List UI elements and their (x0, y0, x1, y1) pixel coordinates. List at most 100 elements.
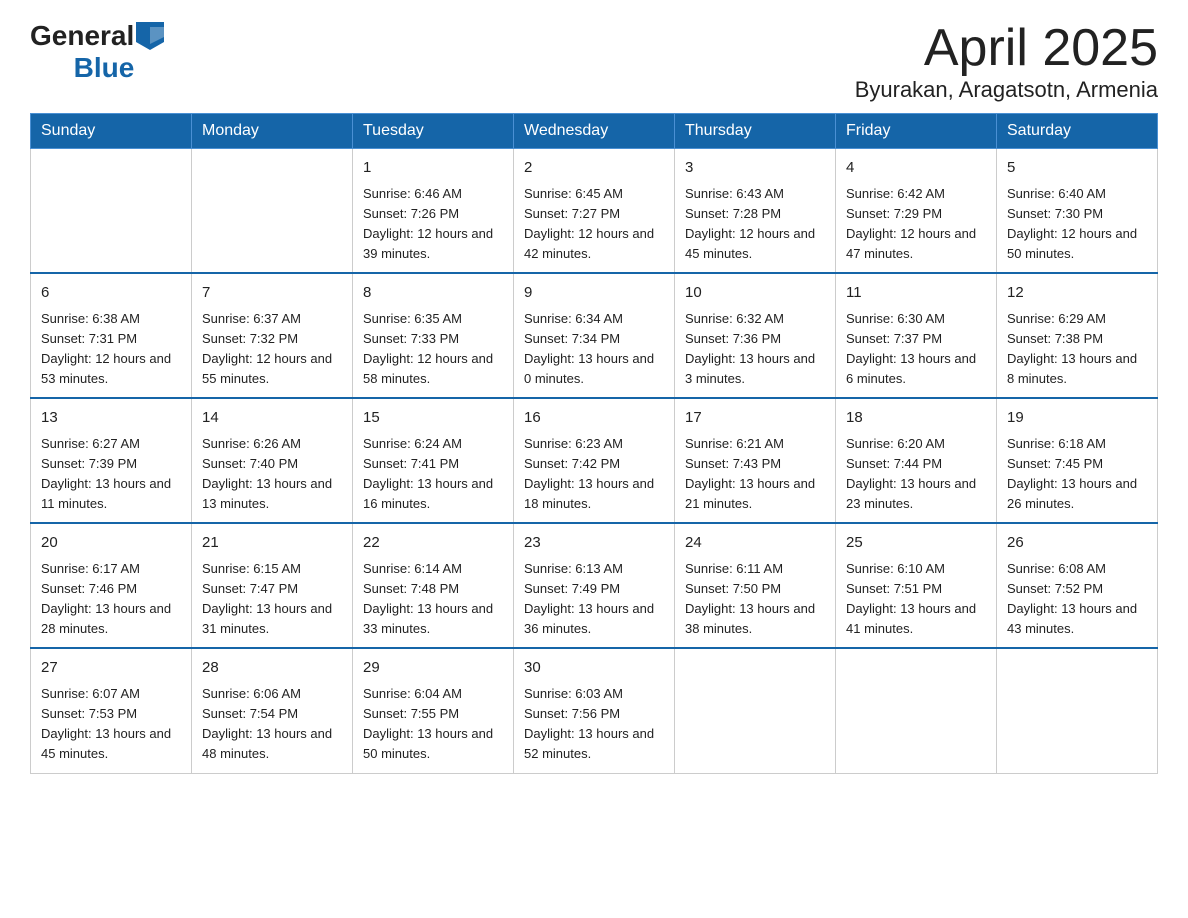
day-info: Sunrise: 6:32 AMSunset: 7:36 PMDaylight:… (685, 309, 825, 390)
calendar-cell: 10 Sunrise: 6:32 AMSunset: 7:36 PMDayligh… (675, 273, 836, 398)
calendar-cell: 17 Sunrise: 6:21 AMSunset: 7:43 PMDayligh… (675, 398, 836, 523)
day-info: Sunrise: 6:46 AMSunset: 7:26 PMDaylight:… (363, 184, 503, 265)
day-info: Sunrise: 6:21 AMSunset: 7:43 PMDaylight:… (685, 434, 825, 515)
calendar-cell: 22 Sunrise: 6:14 AMSunset: 7:48 PMDayligh… (353, 523, 514, 648)
day-info: Sunrise: 6:20 AMSunset: 7:44 PMDaylight:… (846, 434, 986, 515)
day-number: 1 (363, 157, 503, 180)
day-number: 17 (685, 407, 825, 430)
calendar-cell: 2 Sunrise: 6:45 AMSunset: 7:27 PMDaylight… (514, 149, 675, 274)
calendar-cell: 21 Sunrise: 6:15 AMSunset: 7:47 PMDayligh… (192, 523, 353, 648)
day-info: Sunrise: 6:43 AMSunset: 7:28 PMDaylight:… (685, 184, 825, 265)
calendar-cell: 8 Sunrise: 6:35 AMSunset: 7:33 PMDaylight… (353, 273, 514, 398)
day-info: Sunrise: 6:14 AMSunset: 7:48 PMDaylight:… (363, 559, 503, 640)
day-number: 3 (685, 157, 825, 180)
day-number: 2 (524, 157, 664, 180)
month-title: April 2025 (855, 20, 1158, 77)
day-number: 19 (1007, 407, 1147, 430)
day-number: 6 (41, 282, 181, 305)
day-info: Sunrise: 6:10 AMSunset: 7:51 PMDaylight:… (846, 559, 986, 640)
logo-blue-text: Blue (74, 52, 135, 84)
day-number: 13 (41, 407, 181, 430)
day-info: Sunrise: 6:29 AMSunset: 7:38 PMDaylight:… (1007, 309, 1147, 390)
day-info: Sunrise: 6:30 AMSunset: 7:37 PMDaylight:… (846, 309, 986, 390)
calendar-cell (675, 648, 836, 773)
day-number: 23 (524, 532, 664, 555)
calendar-cell: 26 Sunrise: 6:08 AMSunset: 7:52 PMDayligh… (997, 523, 1158, 648)
day-number: 8 (363, 282, 503, 305)
day-number: 14 (202, 407, 342, 430)
day-info: Sunrise: 6:13 AMSunset: 7:49 PMDaylight:… (524, 559, 664, 640)
calendar-cell: 9 Sunrise: 6:34 AMSunset: 7:34 PMDaylight… (514, 273, 675, 398)
weekday-header-thursday: Thursday (675, 114, 836, 149)
calendar-cell: 18 Sunrise: 6:20 AMSunset: 7:44 PMDayligh… (836, 398, 997, 523)
calendar-cell (192, 149, 353, 274)
day-number: 7 (202, 282, 342, 305)
day-info: Sunrise: 6:11 AMSunset: 7:50 PMDaylight:… (685, 559, 825, 640)
logo: General Blue (30, 20, 164, 84)
calendar-table: SundayMondayTuesdayWednesdayThursdayFrid… (30, 113, 1158, 773)
day-info: Sunrise: 6:38 AMSunset: 7:31 PMDaylight:… (41, 309, 181, 390)
day-number: 18 (846, 407, 986, 430)
day-number: 5 (1007, 157, 1147, 180)
weekday-header-sunday: Sunday (31, 114, 192, 149)
day-info: Sunrise: 6:24 AMSunset: 7:41 PMDaylight:… (363, 434, 503, 515)
day-number: 28 (202, 657, 342, 680)
calendar-cell: 24Sunrise: 6:11 AMSunset: 7:50 PMDayligh… (675, 523, 836, 648)
day-info: Sunrise: 6:37 AMSunset: 7:32 PMDaylight:… (202, 309, 342, 390)
calendar-week-row: 1 Sunrise: 6:46 AMSunset: 7:26 PMDaylight… (31, 149, 1158, 274)
calendar-cell: 4Sunrise: 6:42 AMSunset: 7:29 PMDaylight… (836, 149, 997, 274)
calendar-week-row: 27 Sunrise: 6:07 AMSunset: 7:53 PMDayligh… (31, 648, 1158, 773)
day-number: 22 (363, 532, 503, 555)
calendar-cell (836, 648, 997, 773)
day-number: 26 (1007, 532, 1147, 555)
day-info: Sunrise: 6:07 AMSunset: 7:53 PMDaylight:… (41, 684, 181, 765)
weekday-header-tuesday: Tuesday (353, 114, 514, 149)
weekday-header-row: SundayMondayTuesdayWednesdayThursdayFrid… (31, 114, 1158, 149)
day-number: 11 (846, 282, 986, 305)
calendar-cell: 7 Sunrise: 6:37 AMSunset: 7:32 PMDaylight… (192, 273, 353, 398)
day-number: 9 (524, 282, 664, 305)
weekday-header-friday: Friday (836, 114, 997, 149)
page-header: General Blue April 2025 Byurakan, Aragat… (30, 20, 1158, 103)
calendar-cell: 5 Sunrise: 6:40 AMSunset: 7:30 PMDaylight… (997, 149, 1158, 274)
weekday-header-monday: Monday (192, 114, 353, 149)
calendar-week-row: 13Sunrise: 6:27 AMSunset: 7:39 PMDayligh… (31, 398, 1158, 523)
calendar-cell: 11 Sunrise: 6:30 AMSunset: 7:37 PMDayligh… (836, 273, 997, 398)
day-info: Sunrise: 6:17 AMSunset: 7:46 PMDaylight:… (41, 559, 181, 640)
weekday-header-saturday: Saturday (997, 114, 1158, 149)
day-info: Sunrise: 6:18 AMSunset: 7:45 PMDaylight:… (1007, 434, 1147, 515)
calendar-cell: 6 Sunrise: 6:38 AMSunset: 7:31 PMDaylight… (31, 273, 192, 398)
location-title: Byurakan, Aragatsotn, Armenia (855, 77, 1158, 103)
calendar-cell: 3 Sunrise: 6:43 AMSunset: 7:28 PMDaylight… (675, 149, 836, 274)
logo-icon (136, 22, 164, 50)
logo-general-text: General (30, 20, 134, 52)
calendar-week-row: 20 Sunrise: 6:17 AMSunset: 7:46 PMDayligh… (31, 523, 1158, 648)
day-info: Sunrise: 6:35 AMSunset: 7:33 PMDaylight:… (363, 309, 503, 390)
calendar-week-row: 6 Sunrise: 6:38 AMSunset: 7:31 PMDaylight… (31, 273, 1158, 398)
day-info: Sunrise: 6:34 AMSunset: 7:34 PMDaylight:… (524, 309, 664, 390)
day-info: Sunrise: 6:06 AMSunset: 7:54 PMDaylight:… (202, 684, 342, 765)
day-info: Sunrise: 6:40 AMSunset: 7:30 PMDaylight:… (1007, 184, 1147, 265)
day-info: Sunrise: 6:26 AMSunset: 7:40 PMDaylight:… (202, 434, 342, 515)
day-number: 4 (846, 157, 986, 180)
day-number: 15 (363, 407, 503, 430)
day-number: 21 (202, 532, 342, 555)
calendar-cell: 14 Sunrise: 6:26 AMSunset: 7:40 PMDayligh… (192, 398, 353, 523)
day-number: 10 (685, 282, 825, 305)
calendar-cell: 19 Sunrise: 6:18 AMSunset: 7:45 PMDayligh… (997, 398, 1158, 523)
title-block: April 2025 Byurakan, Aragatsotn, Armenia (855, 20, 1158, 103)
calendar-cell: 23 Sunrise: 6:13 AMSunset: 7:49 PMDayligh… (514, 523, 675, 648)
calendar-cell (31, 149, 192, 274)
calendar-cell: 16Sunrise: 6:23 AMSunset: 7:42 PMDayligh… (514, 398, 675, 523)
calendar-cell: 20 Sunrise: 6:17 AMSunset: 7:46 PMDayligh… (31, 523, 192, 648)
calendar-cell: 1 Sunrise: 6:46 AMSunset: 7:26 PMDaylight… (353, 149, 514, 274)
day-number: 16 (524, 407, 664, 430)
day-number: 12 (1007, 282, 1147, 305)
day-info: Sunrise: 6:15 AMSunset: 7:47 PMDaylight:… (202, 559, 342, 640)
calendar-cell: 28 Sunrise: 6:06 AMSunset: 7:54 PMDayligh… (192, 648, 353, 773)
day-number: 20 (41, 532, 181, 555)
day-number: 27 (41, 657, 181, 680)
calendar-cell: 29Sunrise: 6:04 AMSunset: 7:55 PMDayligh… (353, 648, 514, 773)
day-info: Sunrise: 6:45 AMSunset: 7:27 PMDaylight:… (524, 184, 664, 265)
day-info: Sunrise: 6:08 AMSunset: 7:52 PMDaylight:… (1007, 559, 1147, 640)
